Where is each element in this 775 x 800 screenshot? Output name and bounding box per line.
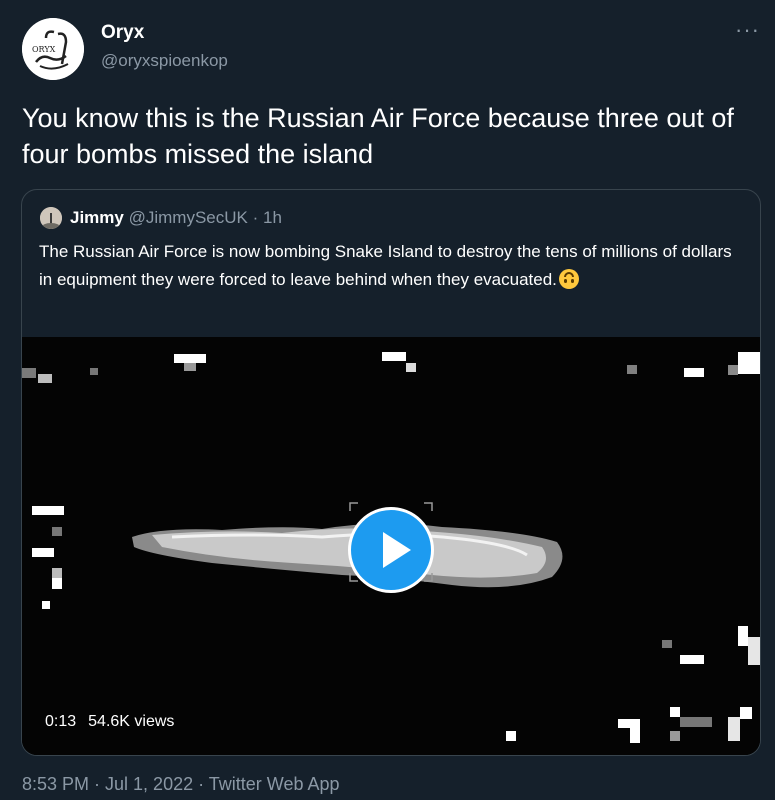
video-duration: 0:13 xyxy=(45,713,77,730)
quoted-timestamp[interactable]: 1h xyxy=(263,208,282,227)
avatar-wordmark: ORYX xyxy=(32,45,56,54)
video-meta: 0:13 54.6K views xyxy=(45,713,174,731)
quoted-separator: · xyxy=(252,208,259,227)
author-display-name[interactable]: Oryx xyxy=(101,22,144,44)
quoted-author-handle[interactable]: @JimmySecUK xyxy=(129,208,248,227)
tweet-timestamp[interactable]: 8:53 PM · Jul 1, 2022 · Twitter Web App xyxy=(22,774,340,795)
more-options-icon[interactable]: ··· xyxy=(735,19,760,41)
quoted-author-name[interactable]: Jimmy xyxy=(70,208,124,227)
quoted-header: Jimmy @JimmySecUK · 1h xyxy=(70,207,282,229)
video-player[interactable]: 0:13 54.6K views xyxy=(22,337,760,755)
upside-down-face-emoji xyxy=(558,269,579,289)
tweet: ORYX Oryx @oryxspioenkop ··· You know th… xyxy=(0,0,775,800)
quoted-text-body: The Russian Air Force is now bombing Sna… xyxy=(39,242,732,289)
oryx-logo-icon: ORYX xyxy=(22,18,84,80)
author-handle[interactable]: @oryxspioenkop xyxy=(101,51,228,71)
quoted-text: The Russian Air Force is now bombing Sna… xyxy=(39,238,739,294)
video-views: 54.6K views xyxy=(88,713,175,730)
quoted-author-avatar[interactable] xyxy=(40,207,62,229)
avatar-photo-icon xyxy=(40,207,62,229)
tweet-text: You know this is the Russian Air Force b… xyxy=(22,103,734,169)
play-button-icon[interactable] xyxy=(348,507,434,593)
author-avatar[interactable]: ORYX xyxy=(22,18,84,80)
quoted-tweet[interactable]: Jimmy @JimmySecUK · 1h The Russian Air F… xyxy=(21,189,761,756)
